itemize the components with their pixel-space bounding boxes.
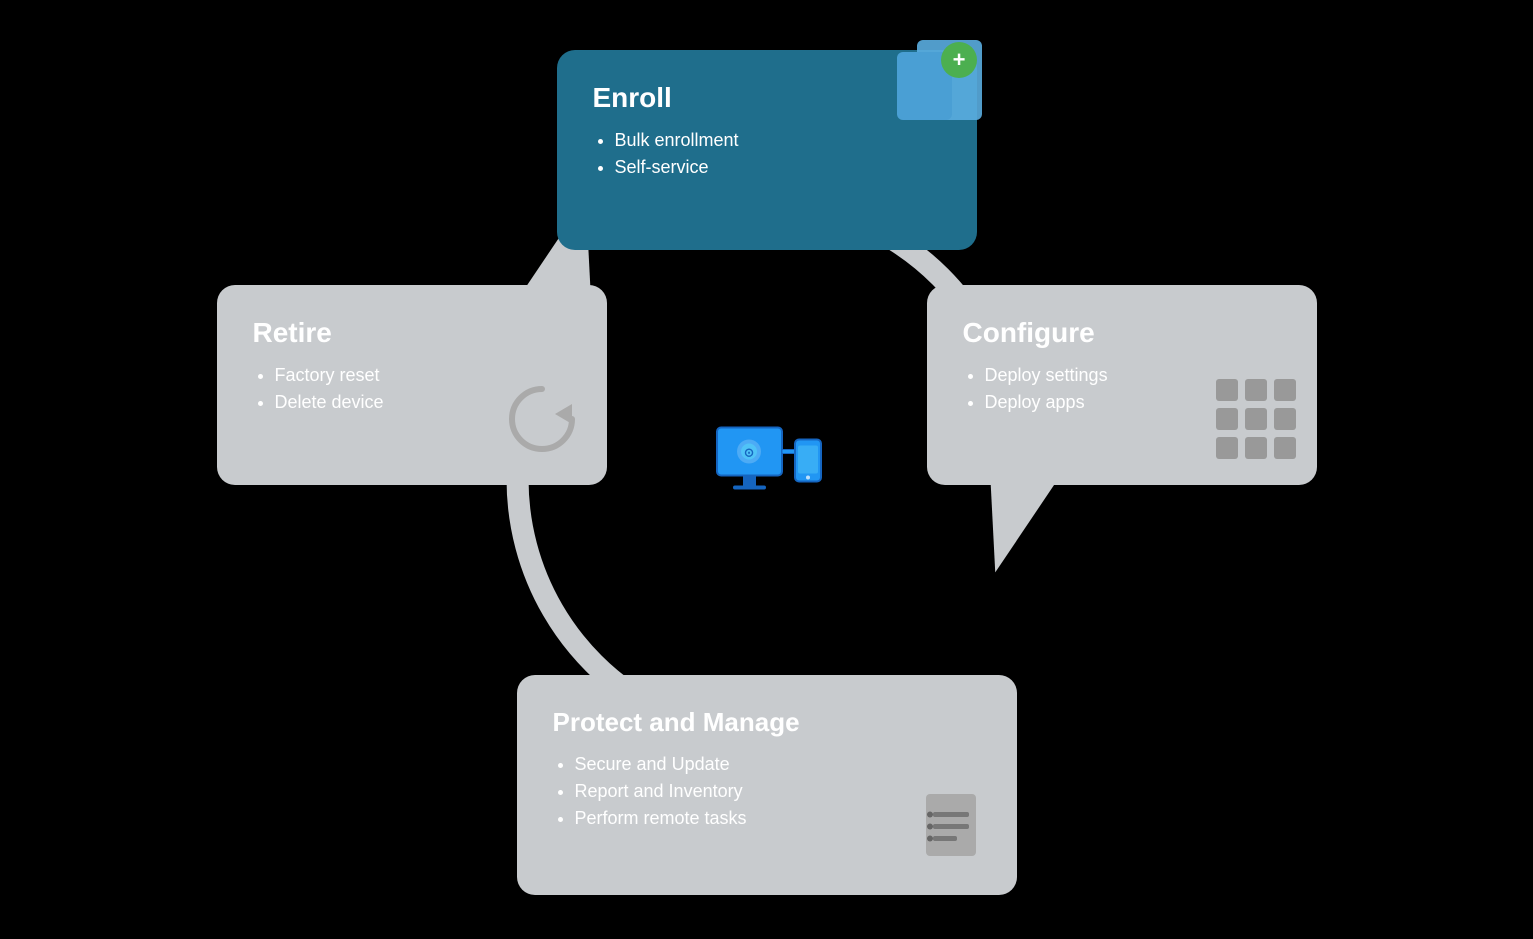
configure-icon	[1211, 374, 1301, 469]
center-mdm-icon: ⊙	[707, 417, 827, 522]
configure-card: Configure Deploy settings Deploy apps	[927, 285, 1317, 485]
svg-text:+: +	[952, 47, 965, 72]
protect-icon	[911, 784, 1001, 879]
protect-title: Protect and Manage	[553, 707, 981, 738]
enroll-card: + Enroll Bulk enrollment Self-service	[557, 50, 977, 250]
enroll-icon: +	[887, 30, 997, 135]
enroll-list: Bulk enrollment Self-service	[593, 130, 941, 178]
retire-title: Retire	[253, 317, 571, 349]
retire-card: Retire Factory reset Delete device	[217, 285, 607, 485]
enroll-item-2: Self-service	[615, 157, 941, 178]
diagram-container: + Enroll Bulk enrollment Self-service	[217, 30, 1317, 910]
configure-title: Configure	[963, 317, 1281, 349]
svg-text:⊙: ⊙	[743, 445, 753, 459]
protect-card: Protect and Manage Secure and Update Rep…	[517, 675, 1017, 895]
retire-icon	[497, 374, 587, 469]
protect-item-1: Secure and Update	[575, 754, 981, 775]
